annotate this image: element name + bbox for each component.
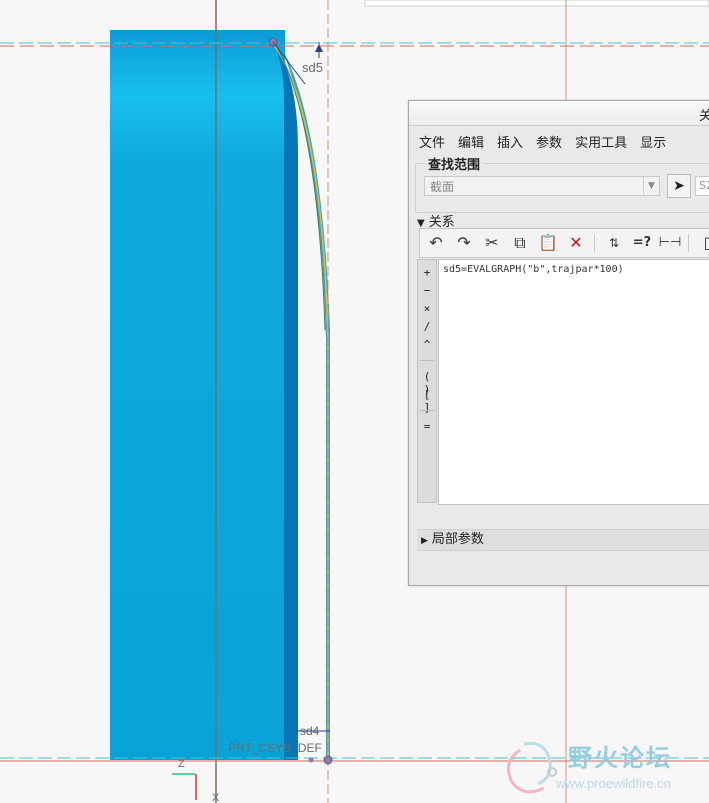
cursor-arrow-icon: ➤ <box>673 178 685 194</box>
more-tools-icon[interactable]: ▯ <box>696 233 709 253</box>
operator-separator <box>420 410 434 411</box>
menu-edit[interactable]: 编辑 <box>458 132 484 151</box>
operator-separator <box>420 360 434 361</box>
menu-display[interactable]: 显示 <box>640 132 666 151</box>
watermark-brand: 野火论坛 <box>568 744 672 772</box>
switch-dimensions-icon[interactable]: ⇅ <box>602 233 626 253</box>
watermark-url: www.proewildfire.cn <box>556 776 671 791</box>
delete-icon[interactable]: ✕ <box>564 233 588 253</box>
part-shoulder <box>260 30 285 760</box>
menu-parameters[interactable]: 参数 <box>536 132 562 151</box>
paste-icon[interactable]: 📋 <box>536 233 560 253</box>
toolbar-separator <box>594 234 595 252</box>
expand-triangle-icon: ▶ <box>421 536 428 546</box>
chevron-down-icon[interactable]: ▼ <box>643 177 659 195</box>
menu-insert[interactable]: 插入 <box>497 132 523 151</box>
menu-bar: 文件 编辑 插入 参数 实用工具 显示 <box>419 132 679 152</box>
look-in-label: 查找范围 <box>425 154 484 173</box>
operator-plus[interactable]: + <box>418 266 436 279</box>
operator-multiply[interactable]: × <box>418 302 436 315</box>
csys-origin <box>308 757 314 763</box>
relations-text-editor[interactable]: sd5=EVALGRAPH("b",trajpar*100) <box>438 259 709 505</box>
csys-label[interactable]: PRT_CSYS_DEF <box>228 741 322 755</box>
evaluate-icon[interactable]: =? <box>630 233 654 253</box>
cut-icon[interactable]: ✂ <box>480 233 504 253</box>
dialog-titlebar[interactable]: 关 <box>409 101 709 126</box>
look-in-item-field[interactable]: S2 <box>695 176 709 196</box>
look-in-select-value: 截面 <box>430 180 455 194</box>
operator-equals[interactable]: = <box>418 420 436 433</box>
triad-x-label: X <box>212 792 220 803</box>
triad-z-label: Z <box>178 758 185 770</box>
select-button[interactable]: ➤ <box>667 174 691 198</box>
undo-icon[interactable]: ↶ <box>424 233 448 253</box>
operator-power[interactable]: ^ <box>418 338 436 351</box>
local-parameters-section[interactable]: ▶ 局部参数 <box>417 529 709 551</box>
local-parameters-label: 局部参数 <box>431 532 484 547</box>
menu-utilities[interactable]: 实用工具 <box>575 132 627 151</box>
operator-divide[interactable]: / <box>418 320 436 333</box>
look-in-select[interactable]: 截面 ▼ <box>424 176 660 196</box>
copy-icon[interactable]: ⧉ <box>508 233 532 253</box>
toolbar-separator <box>688 234 689 252</box>
sketch-point-bottom[interactable] <box>323 755 333 765</box>
redo-icon[interactable]: ↷ <box>452 233 476 253</box>
operator-palette: + − × / ^ ( ) [ ] = <box>417 259 437 503</box>
dialog-title: 关 <box>699 109 709 124</box>
operator-minus[interactable]: − <box>418 284 436 297</box>
relations-dialog[interactable]: 关 文件编辑插入参数实用工具显示 查找范围 截面 ▼ ➤ S2 ▼关系 ↶ ↷ … <box>408 100 709 586</box>
measure-icon[interactable]: ⊢⊣ <box>658 233 682 253</box>
sd5-arrow <box>315 44 323 52</box>
background-table-edge <box>364 0 709 7</box>
relations-toolbar: ↶ ↷ ✂ ⧉ 📋 ✕ ⇅ =? ⊢⊣ ▯ <box>419 228 709 258</box>
part-body <box>110 30 285 760</box>
sd5-dimension-label[interactable]: sd5 <box>302 60 323 75</box>
menu-file[interactable]: 文件 <box>419 132 445 151</box>
